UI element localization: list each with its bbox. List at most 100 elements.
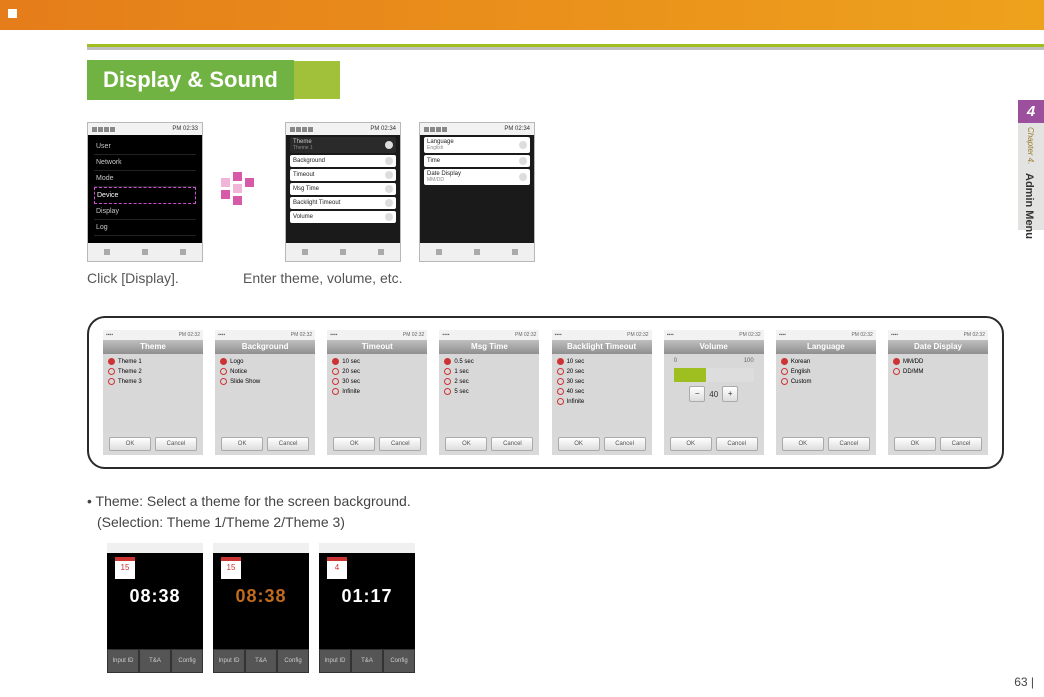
radio-option[interactable]: 40 sec xyxy=(557,388,647,395)
detail-screenshot: ▪▪▪▪PM 02:32LanguageKoreanEnglishCustomO… xyxy=(776,330,876,455)
cancel-button[interactable]: Cancel xyxy=(379,437,421,451)
radio-option[interactable]: Slide Show xyxy=(220,378,310,385)
settings-row[interactable]: Backlight Timeout xyxy=(290,197,396,209)
detail-screenshot: ▪▪▪▪PM 02:32ThemeTheme 1Theme 2Theme 3OK… xyxy=(103,330,203,455)
section-title: Display & Sound xyxy=(87,60,294,100)
cancel-button[interactable]: Cancel xyxy=(828,437,870,451)
screenshot-step2b: PM 02:34 LanguageEnglish Time Date Display… xyxy=(419,122,535,262)
detail-frame: ▪▪▪▪PM 02:32ThemeTheme 1Theme 2Theme 3OK… xyxy=(87,316,1004,469)
home-button[interactable]: T&A xyxy=(245,649,277,673)
theme-thumbnail: 401:17Input IDT&AConfig xyxy=(319,543,415,673)
settings-row[interactable]: ThemeTheme 1 xyxy=(290,137,396,153)
section-heading: Display & Sound xyxy=(87,60,1004,100)
ok-button[interactable]: OK xyxy=(782,437,824,451)
radio-option[interactable]: English xyxy=(781,368,871,375)
ok-button[interactable]: OK xyxy=(670,437,712,451)
green-divider-shadow xyxy=(87,47,1044,50)
ok-button[interactable]: OK xyxy=(221,437,263,451)
settings-row[interactable]: Date DisplayMM/DD xyxy=(424,169,530,185)
radio-option[interactable]: 1 sec xyxy=(444,368,534,375)
radio-option[interactable]: Custom xyxy=(781,378,871,385)
ok-button[interactable]: OK xyxy=(109,437,151,451)
panel-title: Background xyxy=(215,340,315,354)
home-button[interactable]: Config xyxy=(171,649,203,673)
detail-screenshot: ▪▪▪▪PM 02:32Backlight Timeout10 sec20 se… xyxy=(552,330,652,455)
settings-row[interactable]: Time xyxy=(424,155,530,167)
cancel-button[interactable]: Cancel xyxy=(155,437,197,451)
radio-option[interactable]: 0.5 sec xyxy=(444,358,534,365)
radio-option[interactable]: DD/MM xyxy=(893,368,983,375)
screenshot-step1: PM 02:33 UserNetworkModeDeviceDisplayLog xyxy=(87,122,203,262)
settings-row[interactable]: LanguageEnglish xyxy=(424,137,530,153)
home-button[interactable]: T&A xyxy=(139,649,171,673)
settings-row[interactable]: Msg Time xyxy=(290,183,396,195)
panel-title: Language xyxy=(776,340,876,354)
panel-title: Timeout xyxy=(327,340,427,354)
settings-row[interactable]: Background xyxy=(290,155,396,167)
clock: PM 02:34 xyxy=(504,126,530,132)
radio-option[interactable]: 30 sec xyxy=(332,378,422,385)
radio-option[interactable]: 10 sec xyxy=(557,358,647,365)
chapter-title: Admin Menu xyxy=(1023,173,1035,239)
cancel-button[interactable]: Cancel xyxy=(267,437,309,451)
chapter-side-tab: 4 Chapter 4. Admin Menu xyxy=(1018,100,1044,230)
volume-minus[interactable]: − xyxy=(689,386,705,402)
radio-option[interactable]: Korean xyxy=(781,358,871,365)
detail-screenshot: ▪▪▪▪PM 02:32Volume0100−40+OKCancel xyxy=(664,330,764,455)
settings-row[interactable]: Timeout xyxy=(290,169,396,181)
ok-button[interactable]: OK xyxy=(558,437,600,451)
cancel-button[interactable]: Cancel xyxy=(716,437,758,451)
chapter-number: 4 xyxy=(1018,100,1044,123)
radio-option[interactable]: 5 sec xyxy=(444,388,534,395)
notes: • Theme: Select a theme for the screen b… xyxy=(87,491,1004,673)
detail-screenshot: ▪▪▪▪PM 02:32Msg Time0.5 sec1 sec2 sec5 s… xyxy=(439,330,539,455)
radio-option[interactable]: Infinite xyxy=(332,388,422,395)
cancel-button[interactable]: Cancel xyxy=(604,437,646,451)
menu-item[interactable]: Mode xyxy=(94,171,196,187)
menu-item[interactable]: Display xyxy=(94,204,196,220)
home-button[interactable]: Config xyxy=(383,649,415,673)
theme-thumbnail: 1508:38Input IDT&AConfig xyxy=(213,543,309,673)
radio-option[interactable]: Theme 3 xyxy=(108,378,198,385)
radio-option[interactable]: Theme 2 xyxy=(108,368,198,375)
home-button[interactable]: Input ID xyxy=(107,649,139,673)
clock: PM 02:33 xyxy=(172,126,198,132)
radio-option[interactable]: MM/DD xyxy=(893,358,983,365)
cancel-button[interactable]: Cancel xyxy=(491,437,533,451)
cancel-button[interactable]: Cancel xyxy=(940,437,982,451)
radio-option[interactable]: 2 sec xyxy=(444,378,534,385)
corner-square xyxy=(8,9,17,18)
detail-screenshot: ▪▪▪▪PM 02:32BackgroundLogoNoticeSlide Sh… xyxy=(215,330,315,455)
ok-button[interactable]: OK xyxy=(333,437,375,451)
ok-button[interactable]: OK xyxy=(445,437,487,451)
panel-title: Msg Time xyxy=(439,340,539,354)
radio-option[interactable]: Theme 1 xyxy=(108,358,198,365)
volume-plus[interactable]: + xyxy=(722,386,738,402)
ok-button[interactable]: OK xyxy=(894,437,936,451)
radio-option[interactable]: 20 sec xyxy=(332,368,422,375)
settings-row[interactable]: Volume xyxy=(290,211,396,223)
caption-step2: Enter theme, volume, etc. xyxy=(243,270,403,286)
menu-item[interactable]: Network xyxy=(94,155,196,171)
section-accent xyxy=(294,61,340,99)
page-number: 63 | xyxy=(1014,675,1034,689)
menu-item[interactable]: User xyxy=(94,139,196,155)
radio-option[interactable]: 10 sec xyxy=(332,358,422,365)
home-button[interactable]: Config xyxy=(277,649,309,673)
home-button[interactable]: T&A xyxy=(351,649,383,673)
radio-option[interactable]: Infinite xyxy=(557,398,647,405)
detail-screenshot: ▪▪▪▪PM 02:32Date DisplayMM/DDDD/MMOKCanc… xyxy=(888,330,988,455)
radio-option[interactable]: 20 sec xyxy=(557,368,647,375)
radio-option[interactable]: 30 sec xyxy=(557,378,647,385)
radio-option[interactable]: Logo xyxy=(220,358,310,365)
arrow-icon xyxy=(221,172,267,212)
caption-step1: Click [Display]. xyxy=(87,270,207,286)
top-gradient-bar xyxy=(0,0,1044,30)
detail-screenshot: ▪▪▪▪PM 02:32Timeout10 sec20 sec30 secInf… xyxy=(327,330,427,455)
note-line2: (Selection: Theme 1/Theme 2/Theme 3) xyxy=(97,512,1004,533)
home-button[interactable]: Input ID xyxy=(213,649,245,673)
menu-item[interactable]: Device xyxy=(94,187,196,204)
radio-option[interactable]: Notice xyxy=(220,368,310,375)
home-button[interactable]: Input ID xyxy=(319,649,351,673)
menu-item[interactable]: Log xyxy=(94,220,196,236)
